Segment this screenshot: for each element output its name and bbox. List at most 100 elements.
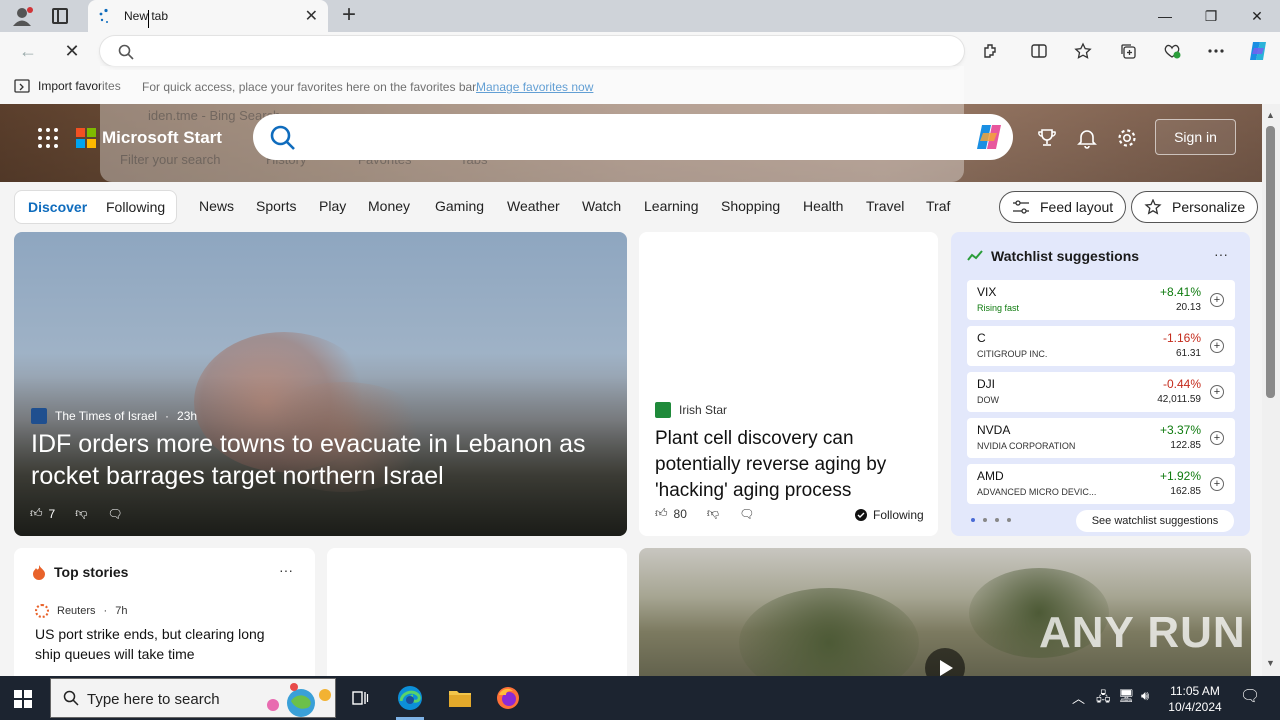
stock-row[interactable]: NVDA NVIDIA CORPORATION +3.37% 122.85 + [967, 418, 1235, 458]
page-scrollbar[interactable]: ▲ ▼ [1262, 104, 1280, 676]
stock-row[interactable]: DJI DOW -0.44% 42,011.59 + [967, 372, 1235, 412]
browser-essentials-icon[interactable] [1162, 41, 1182, 61]
like-icon[interactable]: 👍︎ [655, 506, 668, 521]
story-source: Reuters · 7h [35, 604, 127, 618]
category-sports[interactable]: Sports [256, 198, 296, 214]
scrollbar-thumb[interactable] [1266, 126, 1275, 398]
watchlist-card: Watchlist suggestions ··· VIX Rising fast… [951, 232, 1250, 536]
category-watch[interactable]: Watch [582, 198, 621, 214]
like-icon[interactable]: 👍︎ [30, 506, 43, 521]
more-options-icon[interactable] [1206, 41, 1226, 61]
tab-new-tab[interactable]: New tab ✕ [88, 0, 328, 32]
category-health[interactable]: Health [803, 198, 843, 214]
volume-icon[interactable]: 🔊︎ [1141, 688, 1149, 704]
play-button-icon[interactable] [925, 648, 965, 676]
dislike-icon[interactable]: 👎︎ [75, 506, 87, 521]
category-weather[interactable]: Weather [507, 198, 560, 214]
web-search-box[interactable] [253, 114, 1013, 160]
following-badge[interactable]: Following [855, 508, 924, 522]
source-name: The Times of Israel [55, 409, 158, 423]
notifications-bell-icon[interactable] [1075, 126, 1099, 150]
taskbar-search[interactable]: Type here to search [50, 678, 336, 718]
add-to-watchlist-icon[interactable]: + [1210, 477, 1224, 491]
story-headline[interactable]: IDF orders more towns to evacuate in Leb… [31, 428, 611, 492]
favorites-star-icon[interactable] [1073, 41, 1093, 61]
add-to-watchlist-icon[interactable]: + [1210, 293, 1224, 307]
add-to-watchlist-icon[interactable]: + [1210, 385, 1224, 399]
category-traffic[interactable]: Traf [926, 198, 950, 214]
tab-discover[interactable]: Discover [28, 199, 87, 215]
collections-icon[interactable] [1118, 41, 1138, 61]
stock-row[interactable]: VIX Rising fast +8.41% 20.13 + [967, 280, 1235, 320]
stock-name: NVIDIA CORPORATION [977, 441, 1076, 451]
story-headline[interactable]: US port strike ends, but clearing long s… [35, 624, 285, 664]
firefox-icon[interactable] [492, 682, 524, 714]
stock-change: -0.44% [1162, 377, 1201, 391]
stop-loading-button[interactable]: ✕ [61, 40, 83, 62]
more-options-icon[interactable]: ··· [1214, 246, 1228, 262]
system-clock[interactable]: 11:05 AM 10/4/2024 [1168, 683, 1222, 715]
scroll-up-icon[interactable]: ▲ [1266, 110, 1275, 120]
category-money[interactable]: Money [368, 198, 410, 214]
add-to-watchlist-icon[interactable]: + [1210, 431, 1224, 445]
windows-taskbar: Type here to search ︿ 🖧︎ 🖥︎ 🔊︎ 11:05 AM … [0, 676, 1280, 720]
tab-following[interactable]: Following [106, 199, 165, 215]
close-window-button[interactable]: ✕ [1234, 0, 1280, 32]
watermark-text: ANY RUN [1039, 608, 1246, 657]
brand-name[interactable]: Microsoft Start [102, 128, 222, 148]
category-gaming[interactable]: Gaming [435, 198, 484, 214]
personalize-button[interactable]: Personalize [1131, 191, 1259, 223]
category-play[interactable]: Play [319, 198, 346, 214]
notifications-icon[interactable]: 🗨︎ [1240, 686, 1260, 706]
address-bar[interactable] [100, 36, 964, 66]
add-to-watchlist-icon[interactable]: + [1210, 339, 1224, 353]
carousel-dots[interactable] [971, 518, 1011, 522]
category-news[interactable]: News [199, 198, 234, 214]
feed-toggle-group: Discover Following [14, 190, 177, 224]
restore-button[interactable]: ❐ [1188, 0, 1234, 32]
scroll-down-icon[interactable]: ▼ [1266, 658, 1275, 668]
edge-taskbar-icon[interactable] [394, 682, 426, 720]
story-headline[interactable]: Plant cell discovery can potentially rev… [655, 426, 925, 504]
new-tab-button[interactable]: + [338, 2, 360, 28]
task-view-icon[interactable] [344, 682, 376, 714]
file-explorer-icon[interactable] [444, 682, 476, 714]
category-shopping[interactable]: Shopping [721, 198, 780, 214]
device-icon[interactable]: 🖧︎ [1096, 688, 1111, 710]
dislike-icon[interactable]: 👎︎ [707, 506, 719, 521]
copilot-icon[interactable] [973, 122, 1005, 152]
category-learning[interactable]: Learning [644, 198, 699, 214]
copilot-icon[interactable] [1246, 39, 1270, 63]
comment-icon[interactable]: 🗨︎ [107, 507, 122, 521]
app-launcher-icon[interactable] [38, 128, 58, 148]
category-travel[interactable]: Travel [866, 198, 904, 214]
watchlist-title: Watchlist suggestions [991, 248, 1140, 264]
tab-actions-icon[interactable] [52, 8, 68, 24]
extensions-icon[interactable] [981, 41, 1001, 61]
split-screen-icon[interactable] [1029, 41, 1049, 61]
feed-layout-button[interactable]: Feed layout [999, 191, 1127, 223]
settings-gear-icon[interactable] [1115, 126, 1139, 150]
network-icon[interactable]: 🖥︎ [1118, 688, 1135, 704]
see-watchlist-button[interactable]: See watchlist suggestions [1076, 510, 1234, 532]
sign-in-button[interactable]: Sign in [1155, 119, 1236, 155]
stock-row[interactable]: AMD ADVANCED MICRO DEVIC... +1.92% 162.85 + [967, 464, 1235, 504]
comment-icon[interactable]: 🗨︎ [739, 507, 754, 521]
stock-ticker: VIX [977, 285, 997, 299]
rewards-trophy-icon[interactable] [1035, 126, 1059, 150]
story-card-2[interactable]: Irish Star Plant cell discovery can pote… [639, 232, 938, 536]
stock-ticker: AMD [977, 469, 1004, 483]
start-button[interactable] [14, 690, 32, 708]
stock-row[interactable]: C CITIGROUP INC. -1.16% 61.31 + [967, 326, 1235, 366]
profile-icon[interactable] [12, 6, 34, 26]
main-story-card[interactable]: The Times of Israel · 23h IDF orders mor… [14, 232, 627, 536]
tab-close-icon[interactable]: ✕ [305, 6, 318, 26]
video-card[interactable]: ANY RUN [639, 548, 1251, 676]
more-options-icon[interactable]: ··· [279, 562, 293, 578]
stock-name: CITIGROUP INC. [977, 349, 1048, 359]
minimize-button[interactable]: — [1142, 0, 1188, 32]
show-hidden-icons[interactable]: ︿ [1072, 688, 1085, 707]
back-button[interactable]: ← [17, 40, 39, 62]
source-name: Reuters [57, 605, 96, 617]
address-input[interactable] [144, 41, 944, 61]
